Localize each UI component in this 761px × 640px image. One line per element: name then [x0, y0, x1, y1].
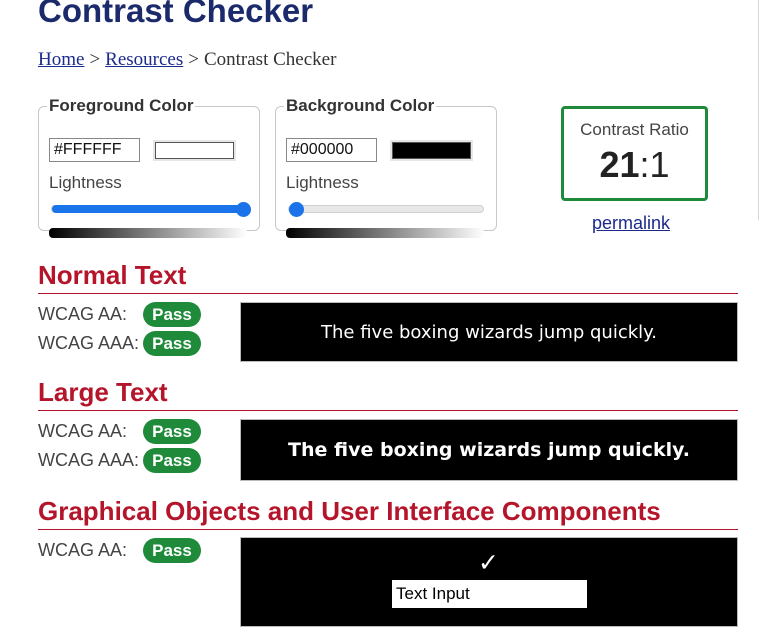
breadcrumb-current: Contrast Checker — [203, 49, 337, 70]
page-title: Contrast Checker — [38, 0, 314, 29]
background-hex-input[interactable] — [286, 138, 377, 162]
normal-aa-status-badge: Pass — [143, 302, 201, 327]
foreground-lightness-label: Lightness — [49, 173, 122, 192]
breadcrumb-resources-link[interactable]: Resources — [105, 49, 183, 70]
graphics-aa-status-badge: Pass — [143, 538, 201, 563]
foreground-color-legend: Foreground Color — [49, 96, 194, 115]
contrast-ratio-label: Contrast Ratio — [580, 120, 689, 139]
background-color-legend: Background Color — [286, 96, 435, 115]
large-aaa-status-badge: Pass — [143, 448, 201, 473]
large-aa-label: WCAG AA: — [38, 421, 128, 441]
large-text-sample: The five boxing wizards jump quickly. — [288, 439, 690, 461]
large-aaa-label: WCAG AAA: — [38, 450, 140, 470]
normal-text-heading: Normal Text — [38, 260, 738, 294]
contrast-ratio-box: Contrast Ratio 21:1 — [561, 106, 708, 201]
breadcrumb-separator: > — [188, 49, 199, 70]
large-text-heading: Large Text — [38, 377, 738, 411]
background-lightness-gradient — [286, 228, 484, 238]
background-lightness-label: Lightness — [286, 173, 359, 192]
background-color-panel: Background Color Lightness — [275, 96, 497, 238]
contrast-ratio-value: 21:1 — [564, 144, 705, 186]
foreground-slider-fill — [52, 205, 248, 213]
foreground-hex-input[interactable] — [49, 138, 140, 162]
foreground-slider-thumb[interactable] — [236, 202, 251, 217]
graphics-heading: Graphical Objects and User Interface Com… — [38, 496, 738, 530]
background-lightness-slider[interactable] — [288, 202, 484, 217]
normal-aa-label: WCAG AA: — [38, 304, 128, 324]
foreground-lightness-gradient — [49, 228, 247, 238]
foreground-lightness-slider[interactable] — [51, 202, 251, 217]
contrast-ratio-number: 21 — [599, 144, 640, 185]
graphics-aa-label: WCAG AA: — [38, 540, 128, 560]
checkmark-icon: ✓ — [478, 549, 499, 577]
background-color-swatch[interactable] — [392, 142, 471, 159]
normal-text-preview: The five boxing wizards jump quickly. — [240, 302, 738, 362]
normal-text-sample: The five boxing wizards jump quickly. — [321, 321, 657, 343]
sample-text-input[interactable] — [392, 580, 587, 608]
graphics-preview: ✓ — [240, 537, 738, 627]
contrast-ratio-suffix: :1 — [639, 144, 670, 185]
large-text-preview: The five boxing wizards jump quickly. — [240, 419, 738, 481]
foreground-color-panel: Foreground Color Lightness — [38, 96, 260, 238]
breadcrumb: Home > Resources > Contrast Checker — [38, 49, 336, 71]
normal-aaa-label: WCAG AAA: — [38, 333, 140, 353]
large-aa-status-badge: Pass — [143, 419, 201, 444]
foreground-color-swatch[interactable] — [155, 142, 234, 159]
background-slider-thumb[interactable] — [289, 202, 304, 217]
breadcrumb-separator: > — [89, 49, 101, 70]
permalink-link[interactable]: permalink — [592, 213, 670, 234]
breadcrumb-home-link[interactable]: Home — [38, 49, 84, 70]
normal-aaa-status-badge: Pass — [143, 331, 201, 356]
